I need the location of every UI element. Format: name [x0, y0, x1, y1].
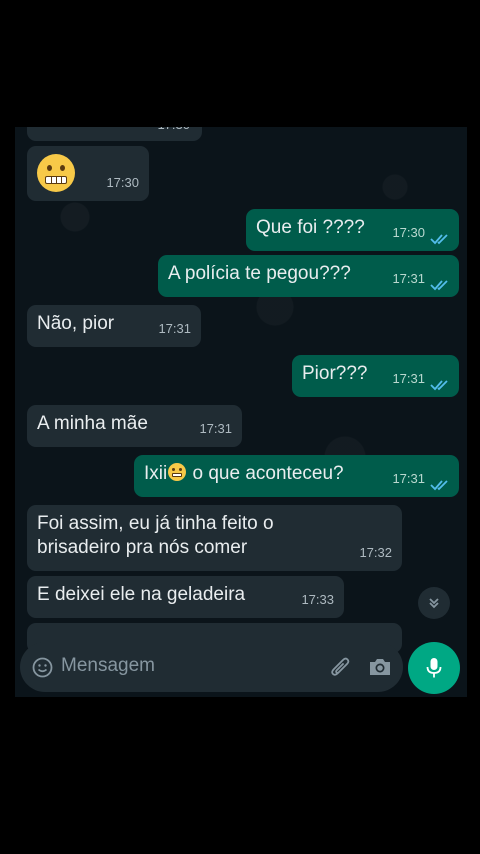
read-ticks-icon: [430, 480, 448, 491]
camera-icon[interactable]: [368, 657, 392, 677]
message-time: 17:31: [392, 371, 425, 386]
message-incoming[interactable]: Foi assim, eu já tinha feito o brisadeir…: [27, 505, 402, 571]
message-time: 17:30: [157, 127, 190, 137]
message-text: Que foi ????: [256, 217, 365, 238]
grimacing-face-emoji: [37, 154, 75, 192]
message-incoming[interactable]: Não, pior 17:31: [27, 305, 201, 347]
scroll-to-bottom-button[interactable]: [418, 587, 450, 619]
read-ticks-icon: [430, 380, 448, 391]
read-ticks-icon: [430, 280, 448, 291]
message-time: 17:33: [301, 592, 334, 607]
message-time: 17:31: [158, 321, 191, 336]
message-incoming[interactable]: A minha mãe 17:31: [27, 405, 242, 447]
message-incoming-emoji[interactable]: 17:30: [27, 146, 149, 201]
message-text: A minha mãe: [37, 413, 148, 434]
message-text: o que aconteceu?: [187, 463, 344, 484]
message-time: 17:31: [392, 271, 425, 286]
message-text: E deixei ele na geladeira: [37, 584, 246, 605]
read-ticks-icon: [430, 234, 448, 245]
message-text-line: Ixii o que aconteceu?: [144, 462, 344, 486]
message-incoming[interactable]: E deixei ele na geladeira 17:33: [27, 576, 344, 618]
message-text-line-1: Foi assim, eu já tinha feito o: [37, 513, 274, 534]
message-time: 17:30: [392, 225, 425, 240]
message-text: Ixii: [144, 463, 168, 484]
double-chevron-down-icon: [429, 598, 439, 609]
microphone-icon: [426, 658, 442, 678]
message-outgoing[interactable]: Que foi ???? 17:30: [246, 209, 459, 251]
message-partial-top[interactable]: 17:30: [27, 127, 202, 141]
message-text: Pior???: [302, 363, 368, 384]
message-input[interactable]: Mensagem: [61, 655, 155, 677]
message-outgoing[interactable]: A polícia te pegou??? 17:31: [158, 255, 459, 297]
grimacing-face-emoji: [168, 463, 187, 481]
paperclip-icon[interactable]: [330, 656, 352, 680]
message-time: 17:32: [359, 545, 392, 560]
message-text: Não, pior: [37, 313, 115, 334]
message-time: 17:31: [199, 421, 232, 436]
voice-record-button[interactable]: [408, 642, 460, 694]
message-outgoing[interactable]: Ixii o que aconteceu? 17:31: [134, 455, 459, 497]
smiley-icon[interactable]: [32, 657, 53, 678]
message-text-line-2: brisadeiro pra nós comer: [37, 537, 248, 558]
message-composer[interactable]: Mensagem: [20, 642, 403, 692]
message-text: A polícia te pegou???: [168, 263, 351, 284]
message-outgoing[interactable]: Pior??? 17:31: [292, 355, 459, 397]
message-time: 17:30: [106, 175, 139, 190]
message-time: 17:31: [392, 471, 425, 486]
chat-screen: 17:30 17:30 Que foi ???? 17:30 A polícia…: [15, 127, 467, 697]
